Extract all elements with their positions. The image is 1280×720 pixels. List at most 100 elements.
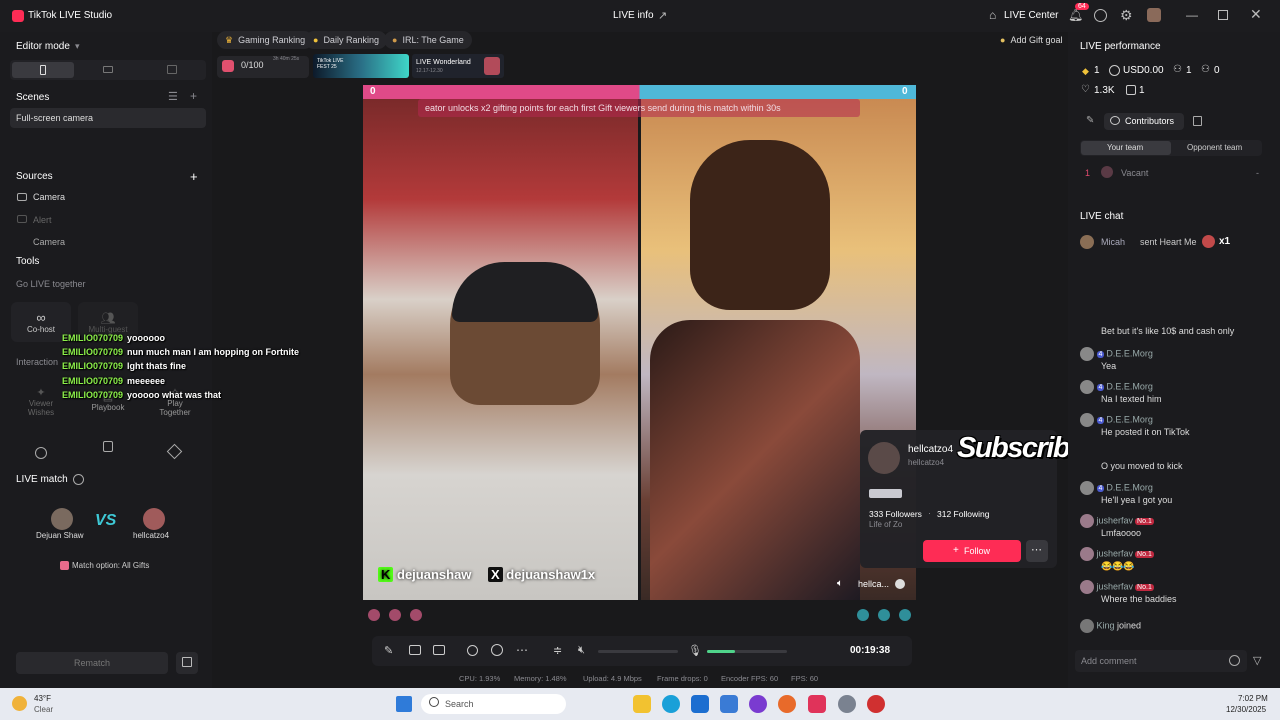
- orientation-toggle: [10, 60, 206, 80]
- tiktok-studio-taskbar-icon[interactable]: [808, 695, 826, 713]
- search-icon: [429, 697, 439, 707]
- settings-icon[interactable]: ⚙: [1120, 7, 1133, 24]
- restore-icon[interactable]: [1218, 10, 1228, 20]
- list-detail-icon[interactable]: [1193, 116, 1202, 126]
- speaker-icon[interactable]: 🔈︎: [837, 578, 843, 589]
- weather-temp[interactable]: 43°F: [34, 694, 51, 703]
- seat-icon-r2[interactable]: [878, 609, 890, 621]
- source-alert[interactable]: Alert: [33, 215, 52, 225]
- player-name-2: hellcatzo4: [133, 531, 170, 540]
- tab-daily-ranking[interactable]: ● Daily Ranking: [305, 31, 387, 49]
- overlay-chat-line: EMILIO070709 lght thats fine: [62, 361, 186, 371]
- gift-count: x1: [1219, 236, 1231, 247]
- profile-avatar[interactable]: [1147, 8, 1161, 22]
- live-center-link[interactable]: LIVE Center: [1004, 10, 1058, 21]
- live-info-title[interactable]: LIVE info: [613, 10, 654, 21]
- minimize-icon[interactable]: —: [1186, 8, 1198, 22]
- chat-avatar: [1080, 347, 1094, 361]
- add-gift-goal-button[interactable]: ● Add Gift goal: [992, 31, 1070, 49]
- seat-icon-r3[interactable]: [899, 609, 911, 621]
- list-icon[interactable]: ☰: [168, 90, 178, 103]
- layout-icon[interactable]: [167, 65, 177, 74]
- go-live-together-label: Go LIVE together: [16, 279, 86, 289]
- vacant-dash: -: [1256, 168, 1259, 178]
- more-options-icon[interactable]: ⋯: [516, 643, 528, 657]
- tab-irl-game[interactable]: ● IRL: The Game: [384, 31, 472, 49]
- right-guest-label: hellca...: [858, 579, 890, 589]
- perf-gift-icon: [1126, 85, 1136, 95]
- close-icon[interactable]: ✕: [1250, 6, 1262, 23]
- home-icon[interactable]: ⌂: [989, 8, 996, 22]
- microphone-icon[interactable]: 🎙︎: [688, 644, 702, 657]
- guest-more-icon[interactable]: [895, 579, 905, 589]
- seat-icon-l3[interactable]: [410, 609, 422, 621]
- seat-icon-r1[interactable]: [857, 609, 869, 621]
- your-team-label: Your team: [1107, 143, 1144, 152]
- profile-more-button[interactable]: ⋯: [1026, 540, 1048, 562]
- overlay-chat-name: EMILIO070709: [62, 333, 124, 343]
- gift-icon: [60, 561, 69, 570]
- speaker-volume-slider[interactable]: [598, 650, 678, 653]
- portrait-button[interactable]: [12, 62, 74, 78]
- screen-capture-icon[interactable]: [409, 645, 421, 655]
- match-option-text[interactable]: Match option: All Gifts: [72, 561, 149, 570]
- record-icon[interactable]: [467, 645, 478, 656]
- chat-join-line: King joined: [1080, 619, 1270, 633]
- sliders-icon[interactable]: ≑: [553, 644, 562, 657]
- chat-username: jusherfav: [1096, 581, 1134, 592]
- layout-add-icon[interactable]: [433, 645, 445, 655]
- target-icon[interactable]: [35, 447, 47, 459]
- filter-icon[interactable]: ▽: [1253, 654, 1261, 667]
- profile-avatar[interactable]: [868, 442, 900, 474]
- new-viewers-icon: ⚇: [1201, 64, 1210, 75]
- purple-app-icon[interactable]: [749, 695, 767, 713]
- match-score-bar: [363, 85, 916, 99]
- source-camera-1[interactable]: Camera: [33, 192, 65, 202]
- edge-icon[interactable]: [662, 695, 680, 713]
- add-scene-icon[interactable]: +: [190, 89, 197, 103]
- editor-mode-dropdown[interactable]: Editor mode: [16, 41, 70, 52]
- source-camera-2[interactable]: Camera: [33, 237, 65, 247]
- recorder-taskbar-icon[interactable]: [867, 695, 885, 713]
- exit-match-button[interactable]: [176, 652, 198, 674]
- level-badge: 4: [1096, 351, 1105, 359]
- playbook-label: Playbook: [91, 403, 125, 412]
- app-icon[interactable]: [720, 695, 738, 713]
- checklist-icon[interactable]: [103, 441, 113, 452]
- wonderland-art-icon: [484, 57, 500, 75]
- bell-icon[interactable]: 🔔︎: [1068, 8, 1083, 22]
- magic-wand-icon[interactable]: ✎: [384, 644, 393, 657]
- taskbar-search[interactable]: [421, 694, 566, 714]
- tab-gaming-ranking[interactable]: ♛ Gaming Ranking: [217, 31, 314, 49]
- file-explorer-icon[interactable]: [633, 695, 651, 713]
- effects-icon[interactable]: [491, 644, 503, 656]
- info-icon[interactable]: [73, 474, 84, 485]
- kick-icon: K: [378, 567, 394, 582]
- share-icon[interactable]: ↗: [658, 9, 667, 22]
- seat-icon-l1[interactable]: [368, 609, 380, 621]
- chat-message: Bet but it's like 10$ and cash only: [1080, 316, 1270, 336]
- store-icon[interactable]: [691, 695, 709, 713]
- chevron-down-icon[interactable]: ▾: [75, 41, 80, 52]
- overlay-chat-msg: nun much man I am hopping on Fortnite: [127, 347, 300, 357]
- opponent-team-label[interactable]: Opponent team: [1187, 143, 1242, 152]
- chat-message: jusherfav No.1 Where the baddies: [1080, 580, 1270, 604]
- windows-start-icon[interactable]: [396, 696, 412, 712]
- seat-icon-l2[interactable]: [389, 609, 401, 621]
- emoji-icon[interactable]: [1229, 655, 1240, 666]
- micah-avatar: [1080, 235, 1094, 249]
- live-fest-label: TikTok LIVE FEST 25: [317, 58, 344, 70]
- heart-icon: ♡: [1081, 84, 1090, 95]
- help-icon[interactable]: [1094, 9, 1107, 22]
- notification-badge: 64: [1075, 3, 1089, 10]
- clock-time[interactable]: 7:02 PM: [1238, 694, 1268, 703]
- edit-icon[interactable]: ✎: [1086, 115, 1094, 126]
- firefox-icon[interactable]: [778, 695, 796, 713]
- add-source-icon[interactable]: +: [190, 169, 198, 184]
- stat-cpu: CPU: 1.93%: [459, 674, 501, 683]
- overlay-chat-line: EMILIO070709 meeeeee: [62, 376, 165, 386]
- settings-taskbar-icon[interactable]: [838, 695, 856, 713]
- mute-speaker-icon[interactable]: 🔇︎: [578, 644, 585, 657]
- mic-volume-slider[interactable]: [707, 650, 787, 653]
- landscape-icon[interactable]: [103, 66, 113, 73]
